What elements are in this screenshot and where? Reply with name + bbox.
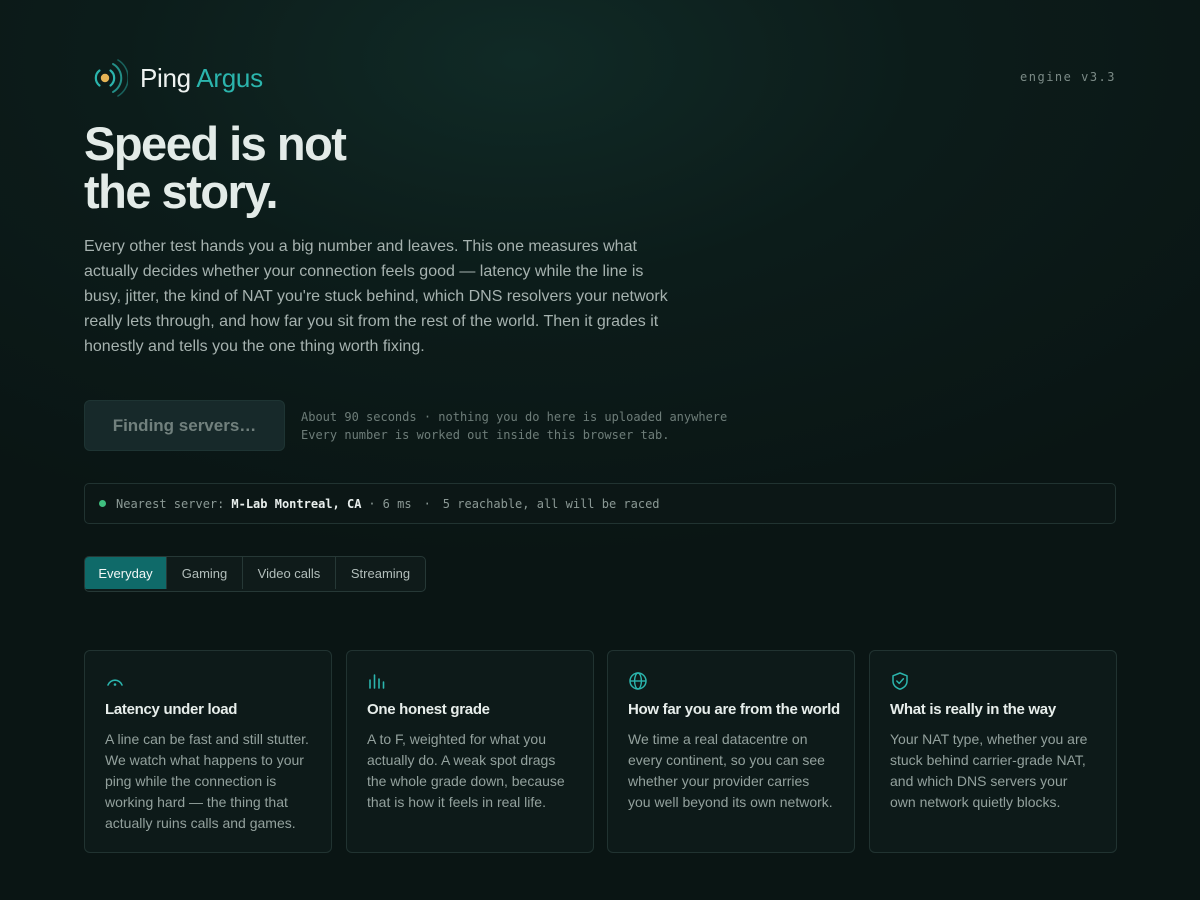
tab-everyday[interactable]: Everyday: [85, 557, 167, 589]
brand-name-accent: Argus: [196, 63, 263, 93]
tab-video-calls[interactable]: Video calls: [243, 557, 336, 589]
start-test-button[interactable]: Finding servers…: [84, 400, 285, 451]
feature-card-world: How far you are from the world We time a…: [607, 650, 855, 853]
usage-profile-tabs: Everyday Gaming Video calls Streaming: [84, 556, 426, 592]
bar-chart-icon: [369, 674, 385, 689]
page-title-line-1: Speed is not: [84, 117, 347, 170]
page-title: Speed is not the story.: [84, 120, 684, 216]
start-note: About 90 seconds · nothing you do here i…: [301, 408, 727, 444]
brand-name-primary: Ping: [140, 63, 191, 93]
server-separator: ·: [368, 496, 376, 511]
feature-card-text: We time a real datacentre on every conti…: [628, 731, 833, 810]
server-status-bar: Nearest server: M-Lab Montreal, CA · 6 m…: [84, 483, 1116, 524]
server-dot-separator: ·: [423, 496, 431, 511]
page-title-line-2: the story.: [84, 165, 279, 218]
status-dot: [99, 500, 106, 507]
brand-name[interactable]: Ping Argus: [140, 63, 263, 94]
server-name: M-Lab Montreal, CA: [231, 496, 362, 511]
server-reachable: 5 reachable, all will be raced: [442, 496, 660, 511]
feature-card-title: What is really in the way: [890, 701, 1056, 718]
feature-card-obstacles: What is really in the way Your NAT type,…: [869, 650, 1117, 853]
feature-card-grade: One honest grade A to F, weighted for wh…: [346, 650, 594, 853]
tab-streaming[interactable]: Streaming: [336, 557, 425, 589]
feature-card-text: A line can be fast and still stutter. We…: [105, 731, 309, 831]
header: Ping Argus engine v3.3: [84, 54, 1116, 102]
feature-card-text: A to F, weighted for what you actually d…: [367, 731, 565, 810]
tab-gaming[interactable]: Gaming: [167, 557, 243, 589]
start-note-line-2: Every number is worked out inside this b…: [301, 428, 670, 442]
feature-card-latency: Latency under load A line can be fast an…: [84, 650, 332, 853]
shield-check-icon: [892, 672, 908, 690]
radar-signal-icon: [94, 59, 128, 97]
feature-card-title: How far you are from the world: [628, 701, 840, 718]
feature-card-title: Latency under load: [105, 701, 238, 718]
gauge-icon: [107, 679, 123, 686]
start-note-line-1: About 90 seconds · nothing you do here i…: [301, 410, 728, 424]
server-ping: 6 ms: [382, 496, 412, 511]
feature-cards: Latency under load A line can be fast an…: [84, 650, 1117, 853]
feature-card-title: One honest grade: [367, 701, 490, 718]
feature-card-text: Your NAT type, whether you are stuck beh…: [890, 731, 1088, 810]
engine-version: engine v3.3: [1020, 70, 1116, 84]
server-prefix: Nearest server:: [116, 496, 225, 511]
globe-icon: [629, 672, 647, 690]
hero-description: Every other test hands you a big number …: [84, 238, 668, 355]
